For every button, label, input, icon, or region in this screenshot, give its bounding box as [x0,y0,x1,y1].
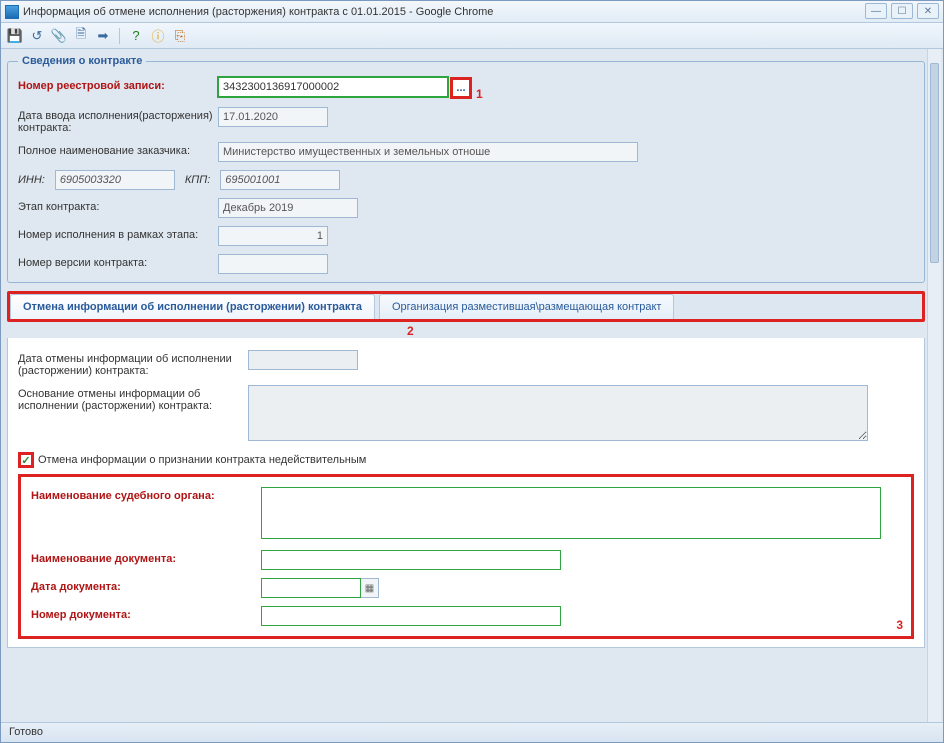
close-button[interactable]: ✕ [917,3,939,19]
version-input [218,254,328,274]
calendar-icon[interactable]: ▦ [361,578,379,598]
maximize-button[interactable]: ☐ [891,3,913,19]
window-controls: — ☐ ✕ [865,3,939,19]
doc-date-input[interactable] [261,578,361,598]
app-icon [5,5,19,19]
registry-number-input[interactable] [218,77,448,97]
tab-organization[interactable]: Организация разместившая\размещающая кон… [379,294,675,319]
stage-label: Этап контракта: [18,198,218,213]
document-icon[interactable]: 🗎 [73,28,89,44]
contract-info-legend: Сведения о контракте [18,55,146,67]
status-text: Готово [9,726,43,738]
export-icon[interactable]: ➡ [95,28,111,44]
save-icon[interactable]: 💾 [7,28,23,44]
refresh-icon[interactable]: ↺ [29,28,45,44]
cancel-reason-input[interactable] [248,385,868,441]
doc-date-label: Дата документа: [31,578,261,593]
titlebar: Информация об отмене исполнения (расторж… [1,1,943,23]
toolbar: 💾 ↺ 📎 🗎 ➡ ? ⓘ ⎘ [1,23,943,49]
help-icon[interactable]: ? [128,28,144,44]
stage-input [218,198,358,218]
registry-number-label: Номер реестровой записи: [18,77,218,92]
exec-date-input [218,107,328,127]
cancel-date-label: Дата отмены информации об исполнении (ра… [18,350,248,377]
court-panel: Наименование судебного органа: Наименова… [18,474,914,639]
exec-num-label: Номер исполнения в рамках этапа: [18,226,218,241]
attach-icon[interactable]: 📎 [51,28,67,44]
court-name-input[interactable] [261,487,881,539]
exec-num-input [218,226,328,246]
tabs-strip: Отмена информации об исполнении (расторж… [10,294,922,319]
toolbar-separator [119,28,120,44]
annotation-3: 3 [896,618,903,632]
app-window: Информация об отмене исполнения (расторж… [0,0,944,743]
customer-input [218,142,638,162]
cancel-date-input[interactable] [248,350,358,370]
tabs-container: Отмена информации об исполнении (расторж… [7,291,925,648]
doc-num-input[interactable] [261,606,561,626]
tab-cancel-info[interactable]: Отмена информации об исполнении (расторж… [10,294,375,319]
cancel-reason-label: Основание отмены информации об исполнени… [18,385,248,412]
exec-date-label: Дата ввода исполнения(расторжения) контр… [18,107,218,134]
contract-info-group: Сведения о контракте Номер реестровой за… [7,55,925,283]
info-icon[interactable]: ⓘ [150,28,166,44]
tab-body: Дата отмены информации об исполнении (ра… [7,338,925,648]
exit-icon[interactable]: ⎘ [172,28,188,44]
invalid-contract-checkbox-label: Отмена информации о признании контракта … [38,454,366,466]
customer-label: Полное наименование заказчика: [18,142,218,157]
kpp-label: КПП: [185,174,210,186]
invalid-contract-checkbox[interactable]: ✓ [18,452,34,468]
window-title: Информация об отмене исполнения (расторж… [23,6,493,18]
kpp-input [220,170,340,190]
inn-input [55,170,175,190]
doc-name-label: Наименование документа: [31,550,261,565]
annotation-1: 1 [476,87,483,101]
scrollbar-thumb[interactable] [930,63,939,263]
court-name-label: Наименование судебного органа: [31,487,261,502]
content-area: Сведения о контракте Номер реестровой за… [1,49,943,722]
minimize-button[interactable]: — [865,3,887,19]
doc-name-input[interactable] [261,550,561,570]
inn-label: ИНН: [18,174,45,186]
vertical-scrollbar[interactable] [927,49,941,722]
annotation-2: 2 [7,322,925,338]
registry-lookup-button[interactable]: ... [450,77,472,99]
doc-num-label: Номер документа: [31,606,261,621]
statusbar: Готово [1,722,943,742]
version-label: Номер версии контракта: [18,254,218,269]
